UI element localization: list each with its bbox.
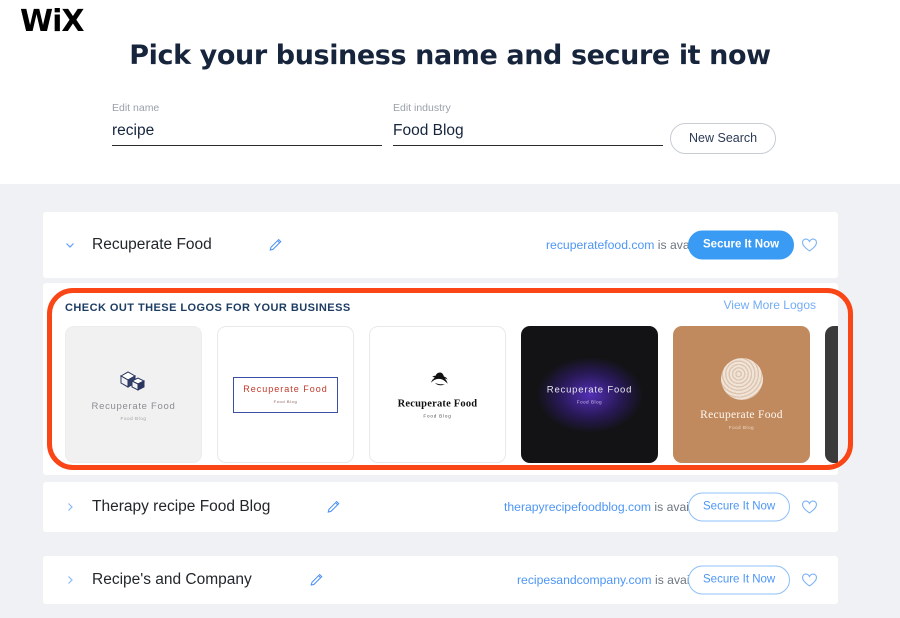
edit-pencil-icon[interactable] xyxy=(268,238,283,253)
logo-card[interactable]: Recuperate Food Food Blog xyxy=(65,326,202,463)
name-field-group: Edit name xyxy=(112,101,382,146)
business-name: Therapy recipe Food Blog xyxy=(92,498,271,515)
secure-it-now-button[interactable]: Secure It Now xyxy=(688,230,795,260)
chevron-right-icon[interactable] xyxy=(63,573,77,587)
industry-input[interactable] xyxy=(393,121,663,146)
logos-panel-title: CHECK OUT THESE LOGOS FOR YOUR BUSINESS xyxy=(65,302,351,314)
secure-it-now-button[interactable]: Secure It Now xyxy=(688,565,791,595)
logo-card-tagline: Food Blog xyxy=(273,398,298,404)
logos-panel-header: CHECK OUT THESE LOGOS FOR YOUR BUSINESS … xyxy=(65,298,816,314)
chevron-right-icon[interactable] xyxy=(63,500,77,514)
logo-card-name: Recuperate Food xyxy=(397,398,478,409)
logo-frame: Recuperate Food Food Blog xyxy=(233,376,338,413)
page-header: WiX Pick your business name and secure i… xyxy=(0,0,900,184)
logo-card[interactable]: Recuperate Food Food Blog xyxy=(673,326,810,463)
logo-card[interactable]: Recuperate Food Food Blog xyxy=(217,326,354,463)
name-field-label: Edit name xyxy=(112,102,160,114)
result-row[interactable]: Therapy recipe Food Blog therapyrecipefo… xyxy=(43,482,838,532)
page-root: WiX Pick your business name and secure i… xyxy=(0,0,900,618)
domain-availability: recipesandcompany.com is available xyxy=(517,573,715,587)
logo-card[interactable]: ◉ xyxy=(825,326,838,463)
business-name: Recipe's and Company xyxy=(92,571,252,588)
domain-name[interactable]: recuperatefood.com xyxy=(546,238,654,252)
industry-field-group: Edit industry xyxy=(393,101,663,146)
logos-panel: CHECK OUT THESE LOGOS FOR YOUR BUSINESS … xyxy=(43,283,838,475)
logo-card[interactable]: Recuperate Food Food Blog xyxy=(521,326,658,463)
result-row[interactable]: Recuperate Food recuperatefood.com is av… xyxy=(43,212,838,278)
circle-texture-icon xyxy=(720,357,763,400)
logo-card-tagline: Food Blog xyxy=(576,399,603,404)
search-form: Edit name Edit industry New Search xyxy=(112,101,812,161)
domain-name[interactable]: therapyrecipefoodblog.com xyxy=(504,500,651,514)
chevron-down-icon[interactable] xyxy=(63,238,77,252)
logo-card-name: Recuperate Food xyxy=(700,408,783,421)
heart-icon[interactable] xyxy=(801,237,818,253)
logo-card[interactable]: Recuperate Food Food Blog xyxy=(369,326,506,463)
logo-carousel[interactable]: Recuperate Food Food Blog Recuperate Foo… xyxy=(65,326,838,464)
logo-card-tagline: Food Blog xyxy=(728,424,755,430)
domain-name[interactable]: recipesandcompany.com xyxy=(517,573,652,587)
cubes-icon xyxy=(74,367,193,393)
bird-icon xyxy=(378,369,497,393)
industry-field-label: Edit industry xyxy=(393,102,451,114)
secure-it-now-button[interactable]: Secure It Now xyxy=(688,492,791,522)
logo-card-name: Recuperate Food xyxy=(243,383,328,394)
page-title: Pick your business name and secure it no… xyxy=(129,40,771,71)
domain-availability: therapyrecipefoodblog.com is available xyxy=(504,500,715,514)
result-row[interactable]: Recipe's and Company recipesandcompany.c… xyxy=(43,556,838,604)
logo-card-tagline: Food Blog xyxy=(423,413,452,418)
business-name: Recuperate Food xyxy=(92,236,212,253)
heart-icon[interactable] xyxy=(801,499,818,515)
wix-logo[interactable]: WiX xyxy=(20,5,85,39)
name-input[interactable] xyxy=(112,121,382,146)
heart-icon[interactable] xyxy=(801,572,818,588)
logo-card-name: Recuperate Food xyxy=(546,384,633,395)
view-more-logos-link[interactable]: View More Logos xyxy=(724,298,817,312)
edit-pencil-icon[interactable] xyxy=(309,573,324,588)
logo-card-name: Recuperate Food xyxy=(91,400,176,412)
logo-card-tagline: Food Blog xyxy=(120,415,147,421)
edit-pencil-icon[interactable] xyxy=(326,500,341,515)
new-search-button[interactable]: New Search xyxy=(670,123,777,154)
